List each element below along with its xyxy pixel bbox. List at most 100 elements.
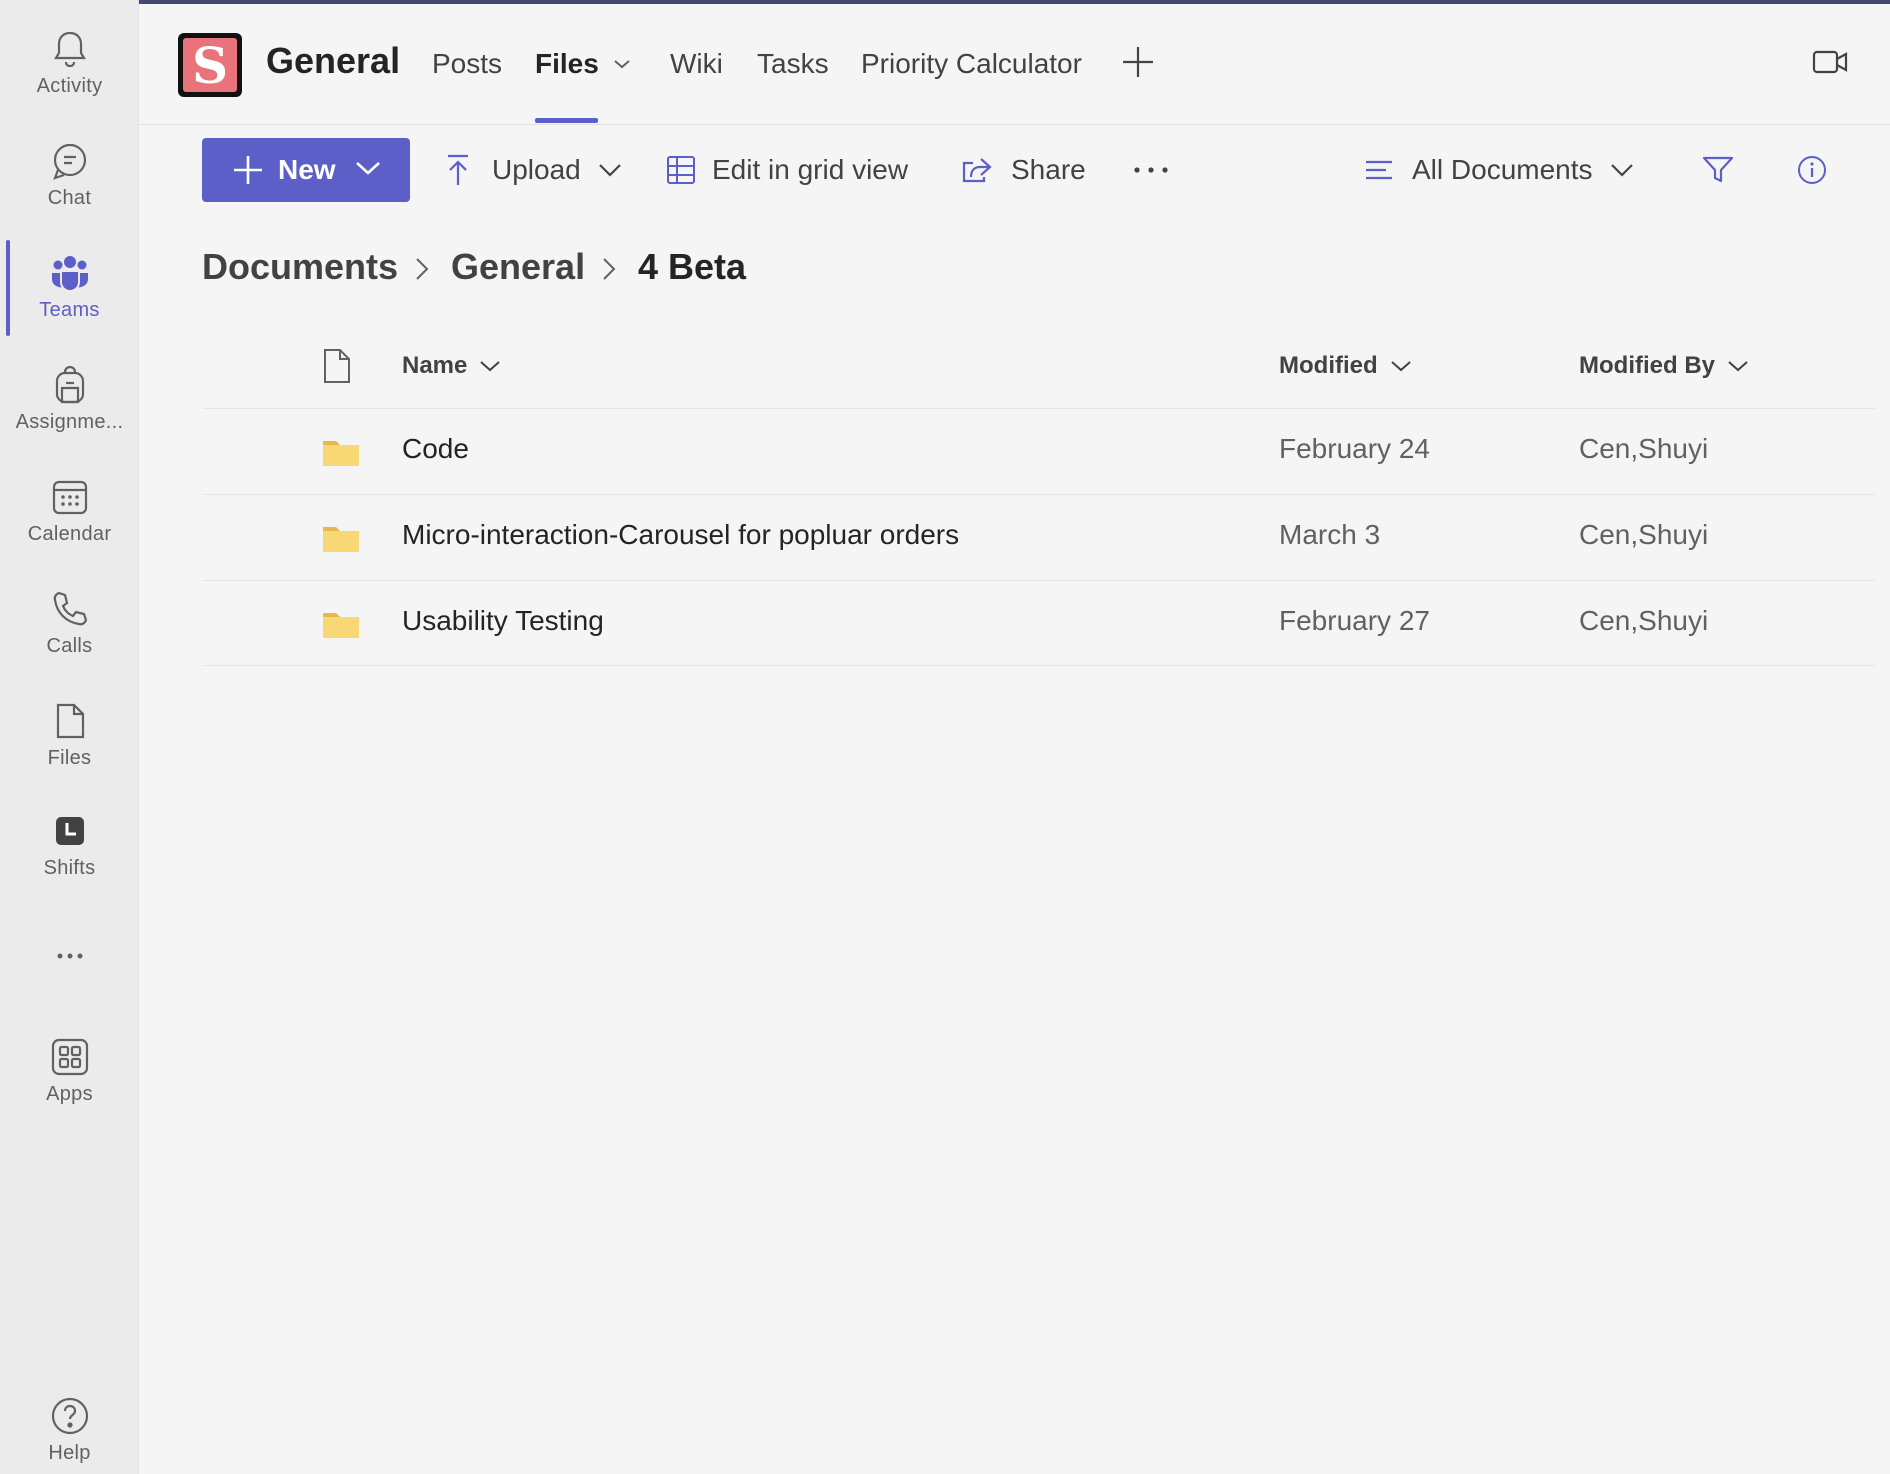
- rail-item-calendar[interactable]: Calendar: [0, 460, 139, 560]
- chat-icon: [48, 139, 92, 183]
- file-name[interactable]: Code: [402, 433, 469, 465]
- more-options-button[interactable]: [1132, 148, 1170, 192]
- chevron-down-icon: [1390, 361, 1411, 372]
- file-type-icon: [324, 349, 350, 383]
- upload-label: Upload: [492, 154, 581, 185]
- share-button[interactable]: Share: [961, 148, 1086, 192]
- channel-title: General: [266, 40, 401, 81]
- rail-item-activity[interactable]: Activity: [0, 12, 139, 112]
- column-header-label: Name: [402, 352, 468, 379]
- breadcrumb-item-current: 4 Beta: [638, 246, 747, 287]
- file-name[interactable]: Usability Testing: [402, 605, 604, 637]
- add-tab-button[interactable]: [1120, 44, 1156, 80]
- app-rail: Activity Chat Teams Assignme... Calendar…: [0, 0, 139, 1474]
- column-header-label: Modified By: [1579, 352, 1715, 379]
- rail-item-files[interactable]: Files: [0, 684, 139, 784]
- edit-in-grid-view-label: Edit in grid view: [712, 154, 909, 185]
- folder-icon: [323, 441, 359, 466]
- rail-item-teams[interactable]: Teams: [0, 236, 139, 336]
- chevron-down-icon: [1610, 164, 1633, 177]
- folder-icon: [323, 613, 359, 638]
- apps-icon: [48, 1035, 92, 1079]
- file-type-column-header[interactable]: [322, 348, 352, 384]
- team-avatar-letter: S: [183, 36, 237, 95]
- plus-icon: [234, 156, 262, 184]
- rail-item-label: Teams: [39, 298, 100, 321]
- rail-item-label: Chat: [47, 186, 92, 209]
- table-row[interactable]: Code February 24 Cen,Shuyi: [202, 408, 1876, 494]
- column-header-modified[interactable]: Modified: [1279, 352, 1412, 380]
- new-button[interactable]: New: [202, 138, 410, 202]
- file-name[interactable]: Micro-interaction-Carousel for popluar o…: [402, 519, 959, 551]
- team-avatar[interactable]: S: [178, 33, 242, 97]
- modified-date: March 3: [1279, 519, 1381, 550]
- table-row[interactable]: Micro-interaction-Carousel for popluar o…: [202, 494, 1876, 580]
- meet-now-button[interactable]: [1810, 46, 1850, 78]
- modified-by: Cen,Shuyi: [1579, 519, 1709, 550]
- more-icon: [48, 934, 92, 978]
- upload-button[interactable]: Upload: [446, 148, 623, 192]
- rail-item-help[interactable]: Help: [0, 1394, 139, 1474]
- tab-tasks[interactable]: Tasks: [757, 48, 829, 80]
- rail-item-label: Help: [48, 1442, 91, 1464]
- list-view-icon: [1366, 160, 1392, 180]
- filter-icon: [1702, 156, 1734, 183]
- plus-icon: [1123, 47, 1153, 77]
- tab-wiki[interactable]: Wiki: [670, 48, 723, 80]
- rail-item-label: Calls: [46, 634, 93, 657]
- file-icon: [48, 699, 92, 743]
- filter-button[interactable]: [1702, 148, 1734, 192]
- video-camera-icon: [1812, 50, 1848, 74]
- help-icon: [48, 1394, 92, 1438]
- folder-icon: [323, 527, 359, 552]
- rail-item-label: Apps: [46, 1082, 93, 1105]
- rail-item-calls[interactable]: Calls: [0, 572, 139, 672]
- column-header-label: Modified: [1279, 352, 1378, 379]
- tab-priority-calculator[interactable]: Priority Calculator: [861, 48, 1082, 80]
- rail-item-shifts[interactable]: Shifts: [0, 794, 139, 894]
- rail-item-label: Calendar: [27, 522, 112, 545]
- modified-date: February 27: [1279, 605, 1430, 636]
- info-icon: [1798, 156, 1826, 184]
- rail-item-more[interactable]: [0, 906, 139, 1006]
- teams-icon: [48, 251, 92, 295]
- share-icon: [962, 158, 992, 183]
- modified-by: Cen,Shuyi: [1579, 433, 1709, 464]
- table-bottom-divider: [202, 665, 1876, 666]
- breadcrumb-item-general[interactable]: General: [451, 246, 585, 288]
- clock-icon: [48, 809, 92, 853]
- chevron-down-icon: [1728, 361, 1748, 372]
- share-label: Share: [1011, 154, 1086, 185]
- backpack-icon: [48, 363, 92, 407]
- details-pane-button[interactable]: [1797, 148, 1827, 192]
- channel-header: S General Posts Files Wiki Tasks Priorit…: [140, 4, 1890, 125]
- tab-files[interactable]: Files: [535, 48, 631, 80]
- new-button-label: New: [278, 154, 336, 185]
- breadcrumb-item-documents[interactable]: Documents: [202, 246, 398, 288]
- tab-posts[interactable]: Posts: [432, 48, 502, 80]
- rail-item-label: Shifts: [43, 856, 96, 879]
- rail-item-chat[interactable]: Chat: [0, 124, 139, 224]
- chevron-down-icon: [598, 164, 621, 177]
- column-header-name[interactable]: Name: [402, 352, 501, 380]
- table-row[interactable]: Usability Testing February 27 Cen,Shuyi: [202, 580, 1876, 666]
- chevron-right-icon: [416, 258, 429, 280]
- rail-item-label: Activity: [36, 74, 103, 97]
- edit-in-grid-view-button[interactable]: Edit in grid view: [666, 148, 908, 192]
- more-icon: [1134, 167, 1168, 173]
- rail-item-apps[interactable]: Apps: [0, 1020, 139, 1120]
- upload-arrow-icon: [448, 154, 468, 185]
- chevron-right-icon: [603, 258, 616, 280]
- chevron-down-icon: [356, 162, 380, 175]
- view-selector-dropdown[interactable]: All Documents: [1364, 148, 1635, 192]
- view-selector-label: All Documents: [1412, 154, 1593, 185]
- rail-item-label: Files: [47, 746, 92, 769]
- tab-files-label: Files: [535, 48, 599, 79]
- modified-by: Cen,Shuyi: [1579, 605, 1709, 636]
- column-header-modified-by[interactable]: Modified By: [1579, 352, 1749, 380]
- modified-date: February 24: [1279, 433, 1430, 464]
- calendar-icon: [48, 475, 92, 519]
- phone-icon: [48, 587, 92, 631]
- rail-item-assignments[interactable]: Assignme...: [0, 348, 139, 448]
- chevron-down-icon: [614, 60, 630, 69]
